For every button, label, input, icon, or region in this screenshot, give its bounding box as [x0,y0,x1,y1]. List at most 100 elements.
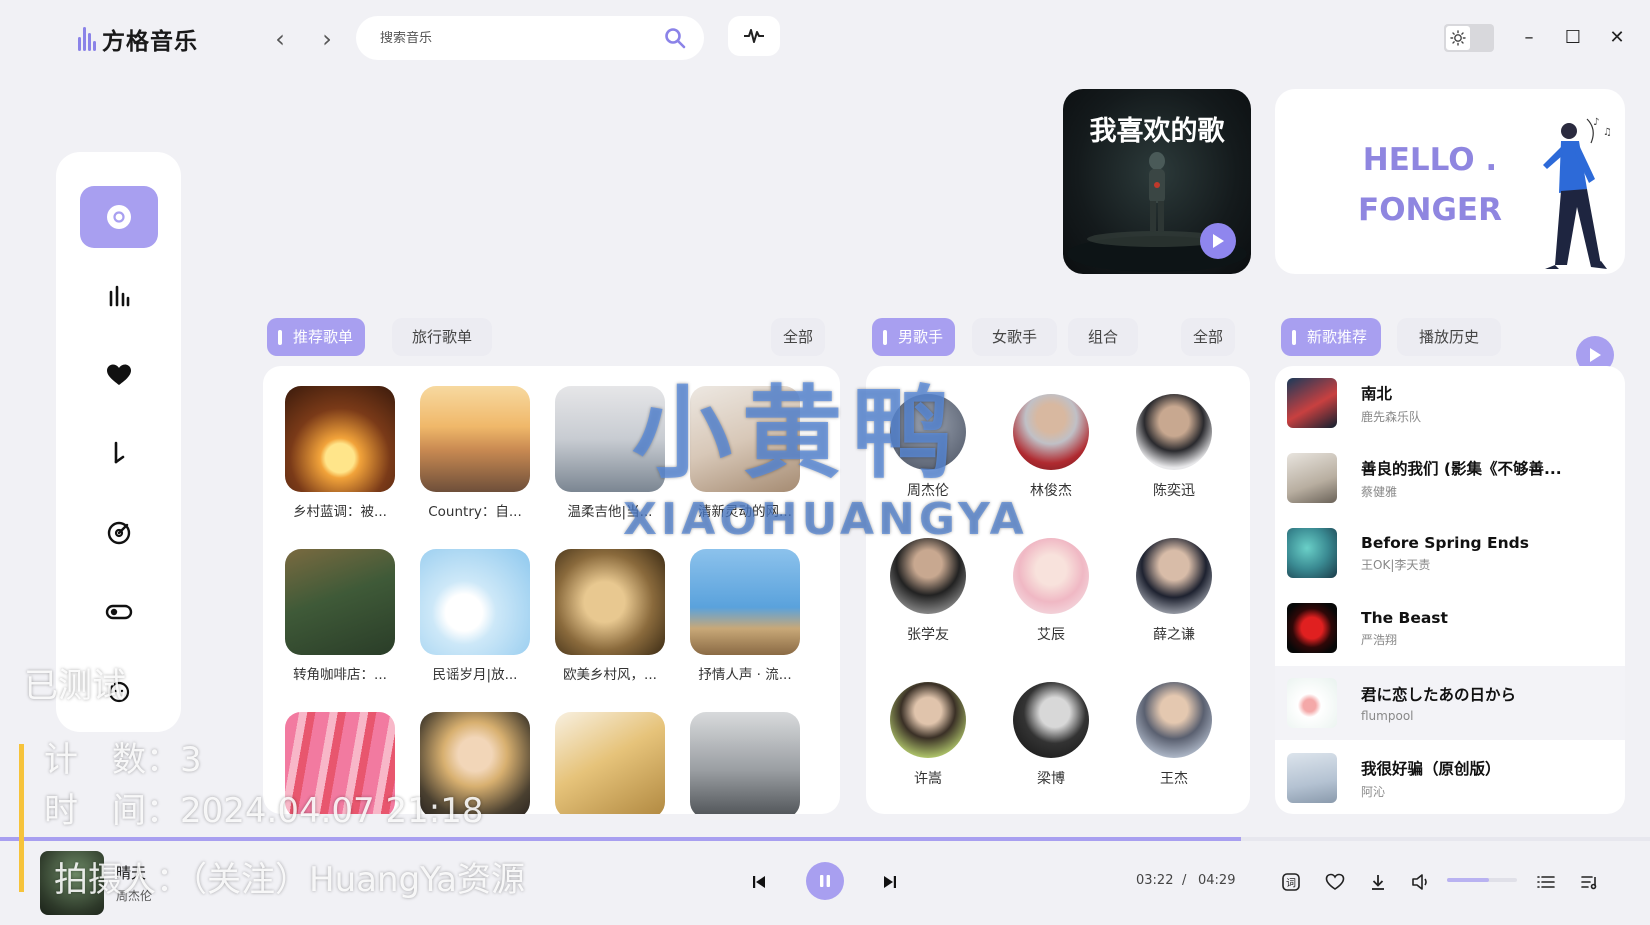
singer-item[interactable]: 梁博 [991,682,1111,788]
hello-card: HELLO . FONGER ♪ ♫ [1275,89,1625,274]
volume-button[interactable] [1408,869,1434,895]
download-button[interactable] [1365,869,1391,895]
playlist-item[interactable]: 抒情人声 · 流... [690,549,800,683]
playlist-cover [420,386,530,492]
tab-female-singers[interactable]: 女歌手 [972,318,1058,356]
tab-new-songs[interactable]: 新歌推荐 [1281,318,1382,356]
playlist-item[interactable] [690,712,800,814]
sidebar-item-local-music[interactable] [80,423,158,485]
sidebar-item-favorites[interactable] [80,344,158,406]
app-logo: 方格音乐 [78,22,198,56]
like-button[interactable] [1322,869,1348,895]
playlist-item[interactable]: 转角咖啡店：... [285,549,395,683]
sidebar-item-charts[interactable] [80,265,158,327]
next-track-button[interactable] [872,864,908,900]
tab-groups[interactable]: 组合 [1068,318,1139,356]
playlist-name: 转角咖啡店：... [293,667,387,683]
singer-item[interactable]: 林俊杰 [991,394,1111,500]
search-icon[interactable] [664,27,686,49]
singer-item[interactable]: 张学友 [868,538,988,644]
song-cover [1287,453,1337,503]
song-cover [1287,528,1337,578]
favorites-card[interactable]: 我喜欢的歌 [1063,89,1251,274]
song-title: 善良的我们 (影集《不够善... [1361,459,1562,478]
playback-progress-fill [0,837,1241,841]
song-row[interactable]: 君に恋したあの日から flumpool [1275,666,1625,740]
svg-text:♪: ♪ [1593,117,1599,128]
playlist-item[interactable]: 乡村蓝调：被... [285,386,395,520]
playlist-item[interactable]: 欧美乡村风，... [555,549,665,683]
singer-item[interactable]: 艾辰 [991,538,1111,644]
maximize-icon[interactable]: ☐ [1559,24,1587,52]
search-input[interactable] [380,30,664,46]
song-row[interactable]: 南北 鹿先森乐队 [1275,366,1625,440]
list-order-icon [1537,876,1555,888]
download-icon [1372,875,1384,890]
skip-forward-icon [884,876,896,888]
previous-track-button[interactable] [741,864,777,900]
singer-photo [890,682,966,758]
singer-photo [1136,682,1212,758]
playlist-cover [555,549,665,655]
song-row[interactable]: 我很好骗（原创版） 阿沁 [1275,741,1625,814]
sidebar [56,152,181,732]
playlist-name: 欧美乡村风，... [563,667,657,683]
close-icon[interactable]: ✕ [1603,24,1631,52]
forward-button[interactable]: › [313,25,341,53]
singer-item[interactable]: 陈奕迅 [1114,394,1234,500]
play-icon [1590,348,1601,362]
song-cover [1287,378,1337,428]
tab-play-history[interactable]: 播放历史 [1397,318,1502,356]
playlists-all-button[interactable]: 全部 [771,318,826,356]
app-name: 方格音乐 [102,29,198,55]
sidebar-item-radar[interactable] [80,502,158,564]
singer-item[interactable]: 王杰 [1114,682,1234,788]
disc-icon [107,205,131,229]
audio-wave-button[interactable] [728,16,780,56]
pause-button[interactable] [806,862,844,900]
sidebar-item-discover[interactable] [80,186,158,248]
pause-icon [820,875,830,887]
volume-icon [1412,874,1427,890]
tab-travel-playlists[interactable]: 旅行歌单 [392,318,493,356]
waveform-icon [744,29,764,43]
radar-icon [107,521,131,545]
song-artist: 王OK|李天责 [1361,557,1431,572]
singer-photo [1136,394,1212,470]
singers-all-button[interactable]: 全部 [1181,318,1236,356]
playlist-cover [690,712,800,814]
song-row[interactable]: Before Spring Ends 王OK|李天责 [1275,516,1625,590]
playback-progress-bar[interactable] [0,837,1650,841]
favorites-play-button[interactable] [1200,223,1236,259]
watermark-accent-bar [19,744,24,892]
time-separator: / [1182,873,1187,888]
playlist-name: 乡村蓝调：被... [293,504,387,520]
watermark-time: 时 间：2024.04.07 21:18 [44,791,484,831]
song-row[interactable]: The Beast 严浩翔 [1275,591,1625,665]
tab-recommended-playlists[interactable]: 推荐歌单 [267,318,366,356]
minimize-icon[interactable]: – [1515,24,1543,52]
hello-line-1: HELLO . [1362,142,1498,178]
theme-toggle[interactable] [1444,24,1494,52]
lyrics-icon: 词 [1282,873,1300,891]
play-mode-button[interactable] [1533,869,1559,895]
singer-photo [1013,538,1089,614]
chart-icon [109,285,130,307]
lyrics-button[interactable]: 词 [1278,869,1304,895]
singer-item[interactable]: 许嵩 [868,682,988,788]
playlist-item[interactable]: 民谣岁月|放... [420,549,530,683]
volume-slider[interactable] [1447,878,1517,882]
watermark-brand-en: XIAOHUANGYA [623,494,1028,545]
back-button[interactable]: ‹ [266,25,294,53]
song-row[interactable]: 善良的我们 (影集《不够善... 蔡健雅 [1275,441,1625,515]
playlist-item[interactable]: Country：自... [420,386,530,520]
tab-male-singers[interactable]: 男歌手 [872,318,956,356]
song-artist: 严浩翔 [1361,632,1398,647]
sidebar-item-settings[interactable] [80,581,158,643]
playlist-queue-button[interactable] [1577,869,1603,895]
song-title: Before Spring Ends [1361,533,1529,552]
song-cover [1287,603,1337,653]
singer-item[interactable]: 薛之谦 [1114,538,1234,644]
singer-name: 张学友 [907,627,949,643]
playlist-item[interactable] [555,712,665,814]
